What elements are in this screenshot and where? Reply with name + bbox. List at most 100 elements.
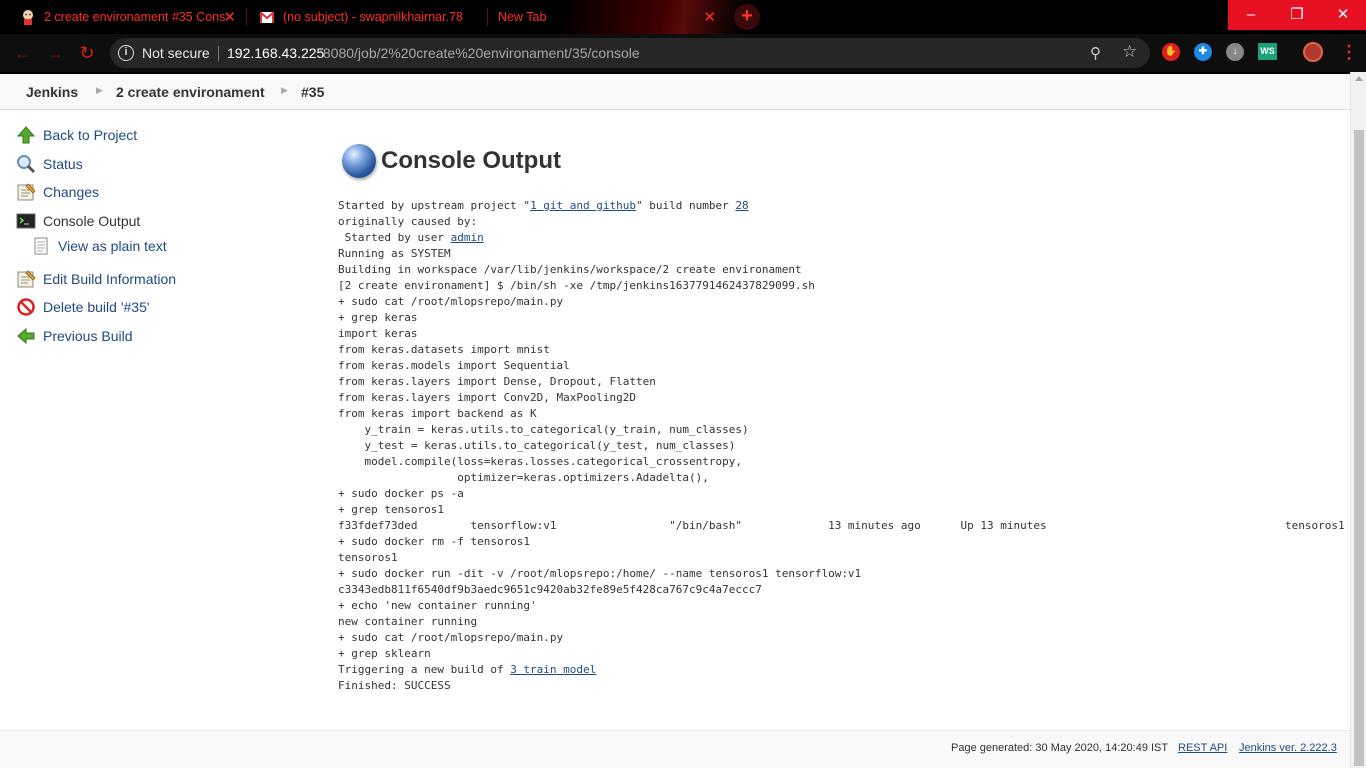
terminal-icon bbox=[16, 211, 36, 231]
console-text: [2 create environament] $ /bin/sh -xe /t… bbox=[338, 279, 815, 292]
console-link[interactable]: 1 git and github bbox=[530, 199, 636, 212]
sidebar-item-back-to-project[interactable]: Back to Project bbox=[16, 124, 137, 146]
console-text: + sudo cat /root/mlopsrepo/main.py bbox=[338, 295, 564, 308]
console-line: + sudo cat /root/mlopsrepo/main.py bbox=[338, 294, 1338, 310]
zoom-icon[interactable]: ⚲ bbox=[1090, 44, 1101, 62]
console-text: + sudo docker run -dit -v /root/mlopsrep… bbox=[338, 567, 862, 580]
ws-extension-icon[interactable]: WS bbox=[1258, 43, 1277, 60]
console-text: from keras import backend as K bbox=[338, 407, 537, 420]
console-text: + grep tensoros1 bbox=[338, 503, 444, 516]
breadcrumb-job[interactable]: 2 create environament bbox=[116, 84, 265, 100]
console-link[interactable]: 3 train model bbox=[510, 663, 596, 676]
blue-ball-status-icon bbox=[342, 144, 376, 178]
close-icon[interactable]: ✕ bbox=[703, 8, 716, 26]
magnifier-icon bbox=[16, 154, 36, 174]
breadcrumb: Jenkins ▶ 2 create environament ▶ #35 bbox=[0, 74, 1350, 110]
console-line: Building in workspace /var/lib/jenkins/w… bbox=[338, 262, 1338, 278]
tab-gmail[interactable]: (no subject) - swapnilkhairnar.78 bbox=[259, 4, 489, 30]
bookmark-star-icon[interactable]: ☆ bbox=[1122, 42, 1137, 62]
page-title-text: Console Output bbox=[381, 147, 561, 174]
console-line: new container running bbox=[338, 614, 1338, 630]
minimize-button[interactable]: – bbox=[1228, 0, 1274, 30]
no-entry-icon bbox=[16, 297, 36, 317]
sidebar-item-view-plain-text[interactable]: View as plain text bbox=[31, 235, 167, 257]
tab-title: 2 create environament #35 Cons bbox=[44, 10, 226, 24]
console-line: optimizer=keras.optimizers.Adadelta(), bbox=[338, 470, 1338, 486]
forward-button[interactable]: → bbox=[44, 42, 66, 64]
console-text: Started by upstream project " bbox=[338, 199, 531, 212]
new-tab-button[interactable]: + bbox=[734, 4, 760, 30]
console-line: + sudo cat /root/mlopsrepo/main.py bbox=[338, 630, 1338, 646]
info-icon[interactable]: i bbox=[118, 45, 134, 61]
console-link[interactable]: admin bbox=[451, 231, 484, 244]
sidebar-item-label: Status bbox=[43, 156, 83, 172]
console-line: import keras bbox=[338, 326, 1338, 342]
sidebar-item-edit-build-info[interactable]: Edit Build Information bbox=[16, 268, 176, 290]
breadcrumb-jenkins[interactable]: Jenkins bbox=[26, 84, 78, 100]
console-text: model.compile(loss=keras.losses.categori… bbox=[338, 455, 742, 468]
sidebar-item-console-output[interactable]: Console Output bbox=[16, 210, 140, 232]
download-icon[interactable]: ↓ bbox=[1226, 43, 1244, 61]
console-text: y_test = keras.utils.to_categorical(y_te… bbox=[338, 439, 736, 452]
console-text: " build number bbox=[636, 199, 736, 212]
console-text: import keras bbox=[338, 327, 418, 340]
sidebar-item-changes[interactable]: Changes bbox=[16, 181, 99, 203]
close-icon[interactable]: ✕ bbox=[223, 8, 236, 26]
console-line: from keras.layers import Conv2D, MaxPool… bbox=[338, 390, 1338, 406]
security-label[interactable]: Not secure bbox=[142, 45, 210, 61]
restore-button[interactable]: ❐ bbox=[1274, 0, 1320, 30]
extension-blue-icon[interactable]: ✚ bbox=[1194, 43, 1212, 61]
tab-new-tab[interactable]: New Tab ✕ bbox=[498, 4, 722, 30]
rest-api-link[interactable]: REST API bbox=[1178, 742, 1227, 754]
console-text: + echo 'new container running' bbox=[338, 599, 537, 612]
console-line: from keras import backend as K bbox=[338, 406, 1338, 422]
console-text: Running as SYSTEM bbox=[338, 247, 451, 260]
console-text: from keras.models import Sequential bbox=[338, 359, 570, 372]
console-text: + grep keras bbox=[338, 311, 418, 324]
tab-separator bbox=[246, 8, 247, 26]
sidebar-item-delete-build[interactable]: Delete build '#35' bbox=[16, 296, 150, 318]
breadcrumb-arrow-icon: ▶ bbox=[281, 85, 288, 95]
page-scrollbar[interactable] bbox=[1350, 72, 1366, 768]
sidebar-item-label: Changes bbox=[43, 184, 100, 200]
tab-jenkins-console[interactable]: 2 create environament #35 Cons ✕ bbox=[20, 4, 242, 30]
url-host[interactable]: 192.168.43.225 bbox=[227, 45, 324, 61]
scrollbar-thumb[interactable] bbox=[1354, 130, 1364, 766]
back-button[interactable]: ← bbox=[12, 42, 34, 64]
address-bar[interactable]: i Not secure 192.168.43.225 :8080/job/2%… bbox=[110, 38, 1150, 68]
console-text: + grep sklearn bbox=[338, 647, 431, 660]
breadcrumb-build[interactable]: #35 bbox=[301, 84, 324, 100]
url-path[interactable]: :8080/job/2%20create%20environament/35/c… bbox=[319, 45, 640, 61]
console-text: tensoros1 bbox=[338, 551, 398, 564]
jenkins-version-link[interactable]: Jenkins ver. 2.222.3 bbox=[1239, 742, 1337, 754]
notepad-icon bbox=[16, 269, 36, 289]
console-line: from keras.datasets import mnist bbox=[338, 342, 1338, 358]
console-text: + sudo cat /root/mlopsrepo/main.py bbox=[338, 631, 564, 644]
sidebar-item-label: Previous Build bbox=[43, 328, 133, 344]
browser-menu-icon[interactable]: ⋮ bbox=[1340, 42, 1358, 62]
console-line: + grep tensoros1 bbox=[338, 502, 1338, 518]
sidebar-item-label: Edit Build Information bbox=[43, 271, 177, 287]
scroll-up-arrow-icon[interactable] bbox=[1355, 76, 1363, 81]
divider bbox=[218, 46, 219, 61]
sidebar-item-previous-build[interactable]: Previous Build bbox=[16, 325, 133, 347]
close-window-button[interactable]: ✕ bbox=[1320, 0, 1366, 30]
sidebar-item-status[interactable]: Status bbox=[16, 153, 83, 175]
console-line: + echo 'new container running' bbox=[338, 598, 1338, 614]
profile-avatar[interactable] bbox=[1303, 42, 1323, 62]
sidebar-item-label: Delete build '#35' bbox=[43, 299, 150, 315]
console-line: Started by upstream project "1 git and g… bbox=[338, 198, 1338, 214]
console-line: Finished: SUCCESS bbox=[338, 678, 1338, 694]
console-text: new container running bbox=[338, 615, 478, 628]
tab-title: (no subject) - swapnilkhairnar.78 bbox=[283, 10, 463, 24]
console-text: + sudo docker ps -a bbox=[338, 487, 464, 500]
console-line: Running as SYSTEM bbox=[338, 246, 1338, 262]
console-text: y_train = keras.utils.to_categorical(y_t… bbox=[338, 423, 749, 436]
console-line: tensoros1 bbox=[338, 550, 1338, 566]
document-icon bbox=[31, 236, 51, 256]
console-link[interactable]: 28 bbox=[735, 199, 748, 212]
console-text: + sudo docker rm -f tensoros1 bbox=[338, 535, 531, 548]
reload-button[interactable]: ↻ bbox=[76, 42, 98, 64]
console-line: + sudo docker run -dit -v /root/mlopsrep… bbox=[338, 566, 1338, 582]
adblock-icon[interactable]: ✋ bbox=[1162, 43, 1180, 61]
